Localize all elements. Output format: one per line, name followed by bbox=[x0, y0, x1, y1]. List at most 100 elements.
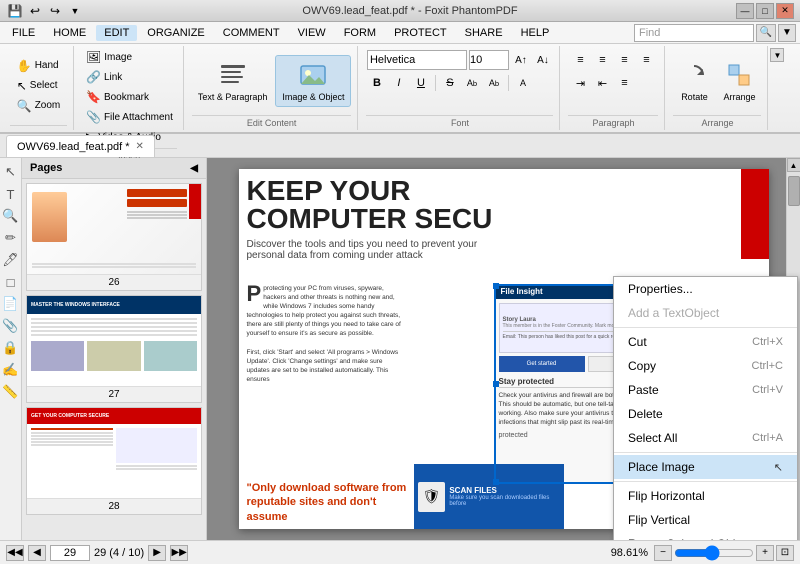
font-decrease-btn[interactable]: A↓ bbox=[533, 50, 553, 70]
attach-btn[interactable]: 📎 bbox=[1, 316, 21, 336]
qa-more-btn[interactable]: ▼ bbox=[66, 2, 84, 20]
page-thumb-26[interactable]: 26 bbox=[26, 183, 202, 291]
ctx-sep1 bbox=[614, 327, 797, 328]
ctx-cut[interactable]: Cut Ctrl+X bbox=[614, 330, 797, 354]
pdf-btn-download[interactable]: Get started bbox=[499, 356, 585, 372]
zoom-fit-btn[interactable]: ⊡ bbox=[776, 545, 794, 561]
minimize-btn[interactable]: — bbox=[736, 3, 754, 19]
sidebar-arrow-btn[interactable]: ◀ bbox=[190, 163, 198, 174]
align-justify-btn[interactable]: ≡ bbox=[636, 50, 656, 70]
page-thumb-27[interactable]: MASTER THE WINDOWS INTERFACE bbox=[26, 295, 202, 403]
menu-help[interactable]: HELP bbox=[513, 25, 558, 41]
scroll-thumb[interactable] bbox=[788, 176, 800, 206]
stamp-btn[interactable]: 📄 bbox=[1, 294, 21, 314]
search-box[interactable]: Find bbox=[634, 24, 754, 42]
menu-protect[interactable]: PROTECT bbox=[386, 25, 455, 41]
ribbon-edit-items: Text & Paragraph Image & Object bbox=[192, 48, 352, 113]
maximize-btn[interactable]: □ bbox=[756, 3, 774, 19]
underline-btn[interactable]: U bbox=[411, 73, 431, 93]
text-paragraph-btn[interactable]: Text & Paragraph bbox=[192, 56, 274, 106]
indent-btn[interactable]: ⇥ bbox=[570, 73, 590, 93]
font-size-input[interactable] bbox=[469, 50, 509, 70]
shapes-btn[interactable]: □ bbox=[1, 272, 21, 292]
zoom-slider[interactable] bbox=[674, 546, 754, 560]
zoom-in-btn[interactable]: + bbox=[756, 545, 774, 561]
font-increase-btn[interactable]: A↑ bbox=[511, 50, 531, 70]
menu-share[interactable]: SHARE bbox=[457, 25, 511, 41]
document-tab[interactable]: OWV69.lead_feat.pdf * ✕ bbox=[6, 135, 155, 157]
menu-home[interactable]: HOME bbox=[45, 25, 94, 41]
qa-redo-btn[interactable]: ↪ bbox=[46, 2, 64, 20]
menu-file[interactable]: FILE bbox=[4, 25, 43, 41]
lock-btn[interactable]: 🔒 bbox=[1, 338, 21, 358]
scroll-up-btn[interactable]: ▲ bbox=[787, 158, 800, 172]
close-btn[interactable]: ✕ bbox=[776, 3, 794, 19]
image-object-btn[interactable]: Image & Object bbox=[275, 55, 351, 107]
menu-form[interactable]: FORM bbox=[336, 25, 384, 41]
ribbon-scroll-down[interactable]: ▼ bbox=[770, 48, 784, 62]
italic-btn[interactable]: I bbox=[389, 73, 409, 93]
measure-btn[interactable]: 📏 bbox=[1, 382, 21, 402]
bold-btn[interactable]: B bbox=[367, 73, 387, 93]
text-tool-btn[interactable]: T bbox=[1, 184, 21, 204]
superscript-btn[interactable]: Ab bbox=[462, 73, 482, 93]
search-dropdown-btn[interactable]: ▼ bbox=[778, 24, 796, 42]
subscript-btn[interactable]: Ab bbox=[484, 73, 504, 93]
scan-text: SCAN FILES Make sure you scan downloaded… bbox=[449, 486, 559, 507]
link-btn[interactable]: 🔗 Link bbox=[82, 68, 126, 86]
ctx-paste[interactable]: Paste Ctrl+V bbox=[614, 378, 797, 402]
nav-next-btn[interactable]: ▶ bbox=[148, 545, 166, 561]
scan-title: SCAN FILES bbox=[449, 486, 559, 495]
ctx-properties[interactable]: Properties... bbox=[614, 277, 797, 301]
cursor-tool-btn[interactable]: ↖ bbox=[1, 162, 21, 182]
menu-edit[interactable]: EDIT bbox=[96, 25, 137, 41]
select-tool-btn[interactable]: ↖ Select bbox=[13, 77, 65, 95]
font-name-input[interactable] bbox=[367, 50, 467, 70]
align-left-btn[interactable]: ≡ bbox=[570, 50, 590, 70]
pdf-dropcap: P bbox=[247, 284, 262, 304]
align-right-btn[interactable]: ≡ bbox=[614, 50, 634, 70]
arrange-btn[interactable]: Arrange bbox=[717, 56, 761, 106]
search-btn[interactable]: 🔍 bbox=[756, 24, 776, 42]
ctx-flip-v[interactable]: Flip Vertical bbox=[614, 508, 797, 532]
align-center-btn[interactable]: ≡ bbox=[592, 50, 612, 70]
strikethrough-btn[interactable]: S bbox=[440, 73, 460, 93]
menu-comment[interactable]: COMMENT bbox=[215, 25, 288, 41]
zoom-in-btn[interactable]: 🔍 bbox=[1, 206, 21, 226]
nav-last-btn[interactable]: ▶▶ bbox=[170, 545, 188, 561]
highlight-btn[interactable]: 🖊 bbox=[1, 250, 21, 270]
sign-btn[interactable]: ✍ bbox=[1, 360, 21, 380]
bookmark-btn[interactable]: 🔖 Bookmark bbox=[82, 88, 153, 106]
context-menu: Properties... Add a TextObject Cut Ctrl+… bbox=[613, 276, 798, 540]
annotation-btn[interactable]: ✏ bbox=[1, 228, 21, 248]
page-thumb-28[interactable]: GET YOUR COMPUTER SECURE bbox=[26, 407, 202, 515]
list-btn[interactable]: ≡ bbox=[614, 73, 634, 93]
ctx-copy[interactable]: Copy Ctrl+C bbox=[614, 354, 797, 378]
ctx-sep3 bbox=[614, 481, 797, 482]
hand-tool-btn[interactable]: ✋ Hand bbox=[13, 57, 65, 75]
ctx-flip-h[interactable]: Flip Horizontal bbox=[614, 484, 797, 508]
image-insert-btn[interactable]: 🖼 Image bbox=[82, 48, 136, 66]
menu-view[interactable]: VIEW bbox=[290, 25, 334, 41]
pdf-subtitle1: Discover the tools and tips you need to … bbox=[247, 239, 733, 250]
nav-prev-btn[interactable]: ◀ bbox=[28, 545, 46, 561]
ctx-delete[interactable]: Delete bbox=[614, 402, 797, 426]
zoom-tool-btn[interactable]: 🔍 Zoom bbox=[13, 97, 65, 115]
outdent-btn[interactable]: ⇤ bbox=[592, 73, 612, 93]
pdf-quote-text1: "Only download software from bbox=[247, 481, 407, 495]
zoom-out-btn[interactable]: − bbox=[654, 545, 672, 561]
qa-undo-btn[interactable]: ↩ bbox=[26, 2, 44, 20]
nav-first-btn[interactable]: ◀◀ bbox=[6, 545, 24, 561]
titlebar-left: 💾 ↩ ↪ ▼ bbox=[6, 2, 84, 20]
ctx-rotate-selected[interactable]: Rotate Selected Objects bbox=[614, 532, 797, 540]
file-attachment-btn[interactable]: 📎 File Attachment bbox=[82, 108, 177, 126]
ctx-selectall[interactable]: Select All Ctrl+A bbox=[614, 426, 797, 450]
menu-organize[interactable]: ORGANIZE bbox=[139, 25, 212, 41]
rotate-btn[interactable]: Rotate bbox=[673, 56, 715, 106]
qa-save-btn[interactable]: 💾 bbox=[6, 2, 24, 20]
page-number-input[interactable] bbox=[50, 545, 90, 561]
thumb-bottom-lines bbox=[32, 263, 196, 269]
tab-close-btn[interactable]: ✕ bbox=[136, 141, 144, 152]
color-btn[interactable]: A bbox=[513, 73, 533, 93]
ctx-place-image[interactable]: Place Image ↖ bbox=[614, 455, 797, 479]
